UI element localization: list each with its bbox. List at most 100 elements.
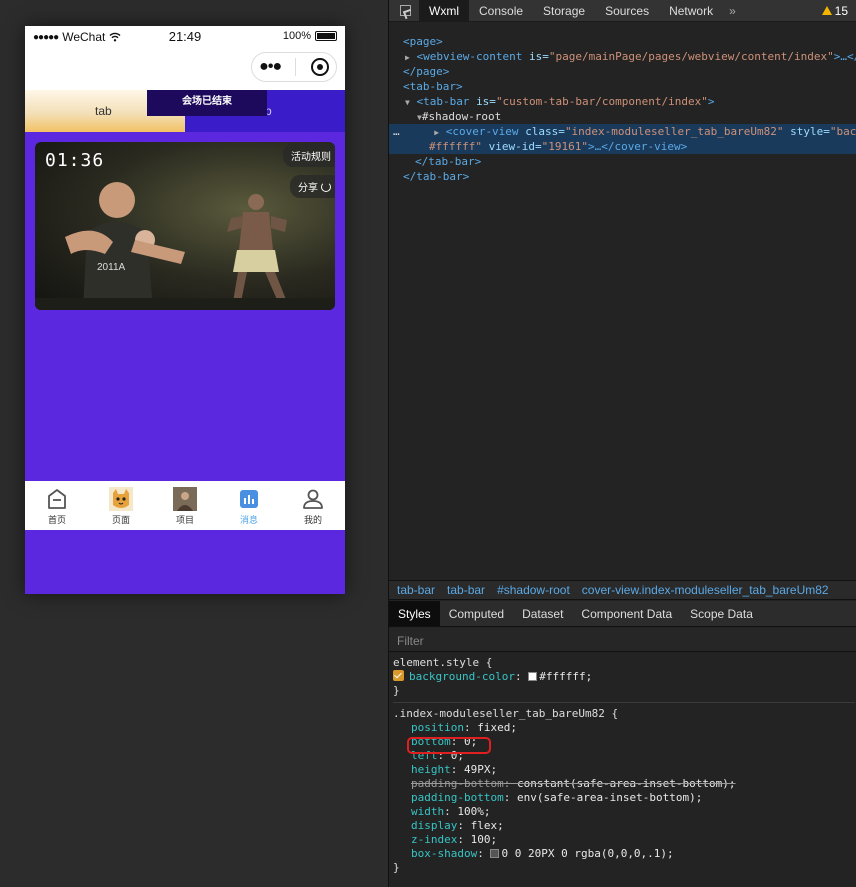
video-player[interactable]: 2011A 01:36 活动规则 分享: [35, 142, 335, 310]
simulator-panel: ●●●●● WeChat 21:49 100% ●•● tab 会场已结束 20…: [0, 0, 388, 887]
tab-sources[interactable]: Sources: [595, 0, 659, 22]
tab-console[interactable]: Console: [469, 0, 533, 22]
styles-filter-input[interactable]: Filter: [389, 628, 856, 652]
tab-dataset[interactable]: Dataset: [513, 601, 572, 626]
user-icon: [303, 489, 323, 509]
event-ended-banner: 会场已结束: [147, 90, 267, 116]
css-declaration[interactable]: height: 49PX;: [393, 763, 855, 777]
warning-icon: [821, 6, 832, 15]
tree-node[interactable]: ▼ <tab-bar is="custom-tab-bar/component/…: [389, 94, 856, 109]
tree-node[interactable]: <tab-bar>: [389, 79, 856, 94]
color-swatch[interactable]: [528, 672, 538, 681]
css-declaration[interactable]: position: fixed;: [393, 721, 855, 735]
battery-percent: 100%: [282, 30, 311, 42]
photo-avatar-icon: [173, 487, 197, 511]
tree-node-selected[interactable]: … ▶ <cover-view class="index-moduleselle…: [389, 124, 856, 139]
tree-node[interactable]: </tab-bar>: [389, 169, 856, 184]
tree-node[interactable]: </page>: [389, 64, 856, 79]
css-declaration[interactable]: width: 100%;: [393, 805, 855, 819]
tab-mine[interactable]: 我的: [281, 481, 345, 530]
css-value: 0 0 20PX 0 rgba(0,0,0,.1);: [501, 847, 674, 860]
breadcrumb-item[interactable]: tab-bar: [397, 583, 435, 597]
tab-styles[interactable]: Styles: [389, 601, 440, 626]
phone-screen: ●●●●● WeChat 21:49 100% ●•● tab 会场已结束 20…: [25, 26, 345, 594]
battery-icon: [315, 31, 337, 41]
more-icon[interactable]: ●•●: [259, 58, 282, 76]
warning-counter[interactable]: 15: [821, 3, 856, 18]
tree-node-selected-cont[interactable]: #ffffff" view-id="19161">…</cover-view>: [389, 139, 856, 154]
css-property: padding-bottom: [411, 777, 504, 790]
shadow-swatch[interactable]: [490, 849, 500, 858]
tab-home[interactable]: 首页: [25, 481, 89, 530]
warning-count: 15: [834, 3, 848, 18]
tab-scope-data[interactable]: Scope Data: [681, 601, 762, 626]
ellipsis-icon: …: [393, 125, 400, 138]
expand-arrow-icon[interactable]: ▶: [405, 53, 410, 62]
share-label: 分享: [298, 183, 318, 194]
css-declaration[interactable]: display: flex;: [393, 819, 855, 833]
menu-capsule: ●•●: [251, 52, 337, 82]
tree-node[interactable]: ▼#shadow-root: [389, 109, 856, 124]
rule-checkbox[interactable]: [393, 670, 404, 681]
tab-mine-label: 我的: [303, 515, 322, 525]
tree-node[interactable]: ▶ <webview-content is="page/mainPage/pag…: [389, 49, 856, 64]
countdown-timer: 01:36: [45, 150, 105, 171]
chart-icon: [240, 490, 258, 508]
css-declaration[interactable]: padding-bottom: env(safe-area-inset-bott…: [393, 791, 855, 805]
more-tabs-icon[interactable]: »: [723, 4, 742, 18]
rule-divider: [393, 702, 855, 703]
tab-wxml[interactable]: Wxml: [419, 0, 469, 22]
wxml-tree: <page> ▶ <webview-content is="page/mainP…: [389, 34, 856, 184]
tree-node[interactable]: <page>: [389, 34, 856, 49]
css-value: 100%;: [457, 805, 491, 818]
styles-pane: element.style { background-color: #fffff…: [393, 656, 855, 875]
css-property: padding-bottom: [411, 791, 504, 804]
activity-rules-button[interactable]: 活动规则: [283, 144, 335, 167]
tab-page-label: 页面: [111, 515, 130, 525]
tab-storage[interactable]: Storage: [533, 0, 595, 22]
expand-arrow-icon[interactable]: ▶: [406, 128, 439, 137]
css-value: constant(safe-area-inset-bottom);: [516, 777, 736, 790]
share-button[interactable]: 分享: [290, 175, 335, 198]
css-property: width: [411, 805, 445, 818]
css-value: 100;: [470, 833, 498, 846]
css-property: box-shadow: [411, 847, 478, 860]
css-property: display: [411, 819, 458, 832]
css-value: env(safe-area-inset-bottom);: [516, 791, 703, 804]
tab-messages[interactable]: 消息: [217, 481, 281, 530]
style-rule: background-color: #ffffff;: [393, 670, 855, 684]
navigation-bar: ●•●: [25, 48, 345, 90]
css-declaration[interactable]: box-shadow: 0 0 20PX 0 rgba(0,0,0,.1);: [393, 847, 855, 861]
tree-node[interactable]: </tab-bar>: [389, 154, 856, 169]
home-icon: [48, 489, 66, 509]
svg-text:2011A: 2011A: [97, 262, 126, 273]
tab-messages-label: 消息: [239, 515, 258, 525]
breadcrumb-item[interactable]: #shadow-root: [497, 583, 570, 597]
cat-avatar-icon: [109, 487, 133, 511]
capsule-divider: [295, 58, 297, 76]
close-miniprogram-icon[interactable]: [310, 58, 329, 76]
collapse-arrow-icon[interactable]: ▼: [405, 98, 410, 107]
breadcrumb: tab-bar tab-bar #shadow-root cover-view.…: [389, 580, 856, 600]
inspect-element-icon[interactable]: [389, 0, 419, 22]
styles-subtabs: Styles Computed Dataset Component Data S…: [389, 601, 856, 627]
breadcrumb-item[interactable]: tab-bar: [447, 583, 485, 597]
top-tabs: tab tab 会场已结束: [25, 90, 345, 132]
tab-component-data[interactable]: Component Data: [572, 601, 681, 626]
tab-page[interactable]: 页面: [89, 481, 153, 530]
css-declaration[interactable]: padding-bottom: constant(safe-area-inset…: [393, 777, 855, 791]
tab-computed[interactable]: Computed: [440, 601, 513, 626]
breadcrumb-item[interactable]: cover-view.index-moduleseller_tab_bareUm…: [582, 583, 829, 597]
tab-left-label: tab: [95, 104, 112, 118]
tab-home-label: 首页: [47, 515, 66, 525]
bottom-tab-bar: 首页 页面 项目 消息 我的: [25, 481, 345, 530]
class-selector: .index-moduleseller_tab_bareUm82 {: [393, 707, 619, 720]
css-declaration[interactable]: z-index: 100;: [393, 833, 855, 847]
tab-network[interactable]: Network: [659, 0, 723, 22]
status-bar: ●●●●● WeChat 21:49 100%: [25, 26, 345, 48]
rule-close: }: [393, 861, 400, 874]
annotation-highlight: [407, 737, 491, 754]
tab-project[interactable]: 项目: [153, 481, 217, 530]
css-property: position: [411, 721, 464, 734]
devtools-toolbar: Wxml Console Storage Sources Network » 1…: [389, 0, 856, 22]
